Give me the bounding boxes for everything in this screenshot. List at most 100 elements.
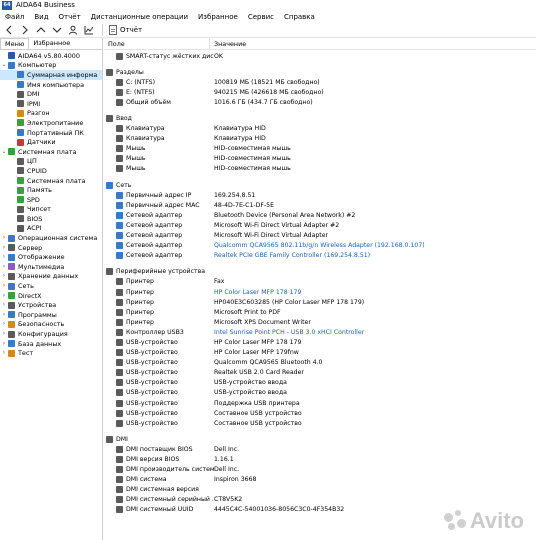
value-cell[interactable]: Realtek PCIe GBE Family Controller (169.… bbox=[214, 252, 536, 259]
table-row[interactable]: Клавиатура Клавиатура HID bbox=[104, 134, 536, 144]
table-row[interactable]: Первичный адрес IP 169.254.8.51 bbox=[104, 190, 536, 200]
table-row[interactable]: E: (NTFS) 940215 МБ (426618 МБ свободно) bbox=[104, 87, 536, 97]
table-row[interactable]: DMI системный серийный ... CT8V5K2 bbox=[104, 495, 536, 505]
table-row[interactable]: Мышь HID-совместимая мышь bbox=[104, 154, 536, 164]
tree-expander-icon[interactable]: ⌄ bbox=[1, 148, 7, 155]
table-row[interactable]: Мышь HID-совместимая мышь bbox=[104, 144, 536, 154]
value-cell[interactable]: Qualcomm QCA9565 802.11b/g/n Wireless Ad… bbox=[214, 242, 536, 249]
tree-expander-icon[interactable]: › bbox=[1, 283, 7, 289]
menu-item[interactable]: Справка bbox=[279, 13, 320, 21]
menu-item[interactable]: Отчёт bbox=[54, 13, 86, 21]
tree-expander-icon[interactable]: › bbox=[1, 263, 7, 270]
tree-item[interactable]: ACPI bbox=[0, 224, 102, 234]
column-field-header[interactable]: Поле bbox=[104, 38, 210, 50]
table-row[interactable]: Сетевой адаптер Microsoft Wi-Fi Direct Vi… bbox=[104, 231, 536, 241]
table-row[interactable]: USB-устройство HP Color Laser MFP 178 179 bbox=[104, 337, 536, 347]
tree-item[interactable]: Портативный ПК bbox=[0, 128, 102, 138]
section-header[interactable]: DMI bbox=[104, 434, 536, 444]
table-row[interactable]: C: (NTFS) 100819 МБ (18521 МБ свободно) bbox=[104, 77, 536, 87]
tree-item[interactable]: › Безопасность bbox=[0, 320, 102, 330]
value-cell[interactable]: Intel Sunrise Point PCH - USB 3.0 xHCI C… bbox=[214, 329, 536, 336]
tree-item[interactable]: › Хранение данных bbox=[0, 272, 102, 282]
table-row[interactable]: USB-устройство Realtek USB 2.0 Card Reade… bbox=[104, 368, 536, 378]
back-button[interactable] bbox=[2, 24, 16, 37]
tree-item[interactable]: Имя компьютера bbox=[0, 80, 102, 90]
table-row[interactable]: Общий объём 1016.6 ГБ (434.7 ГБ свободно) bbox=[104, 97, 536, 107]
table-row[interactable]: USB-устройство USB-устройство ввода bbox=[104, 388, 536, 398]
menu-item[interactable]: Избранное bbox=[193, 13, 243, 21]
menu-item[interactable]: Дистанционные операции bbox=[86, 13, 193, 21]
user-button[interactable] bbox=[66, 24, 80, 37]
column-value-header[interactable]: Значение bbox=[210, 40, 246, 48]
tree-item[interactable]: Память bbox=[0, 185, 102, 195]
value-cell[interactable]: HP Color Laser MFP 178 179 bbox=[214, 289, 536, 296]
tree-item[interactable]: ⌄ Компьютер bbox=[0, 61, 102, 71]
tree-item[interactable]: Чипсет bbox=[0, 205, 102, 215]
table-row[interactable]: USB-устройство Qualcomm QCA9565 Bluetooth… bbox=[104, 358, 536, 368]
tab-menu[interactable]: Меню bbox=[0, 38, 30, 49]
tree-item[interactable]: › Операционная система bbox=[0, 233, 102, 243]
table-row[interactable]: USB-устройство Поддержка USB принтера bbox=[104, 398, 536, 408]
table-row[interactable]: Первичный адрес MAC 48-4D-7E-C1-DF-5E bbox=[104, 200, 536, 210]
tree-expander-icon[interactable]: ⌄ bbox=[1, 62, 7, 68]
tree-item[interactable]: › Сеть bbox=[0, 281, 102, 291]
tree-item[interactable]: IPMI bbox=[0, 99, 102, 109]
table-row[interactable]: DMI производитель системы Dell Inc. bbox=[104, 465, 536, 475]
table-row[interactable]: Сетевой адаптер Microsoft Wi-Fi Direct Vi… bbox=[104, 220, 536, 230]
tree-item[interactable]: › Устройства bbox=[0, 300, 102, 310]
table-row[interactable]: Сетевой адаптер Bluetooth Device (Persona… bbox=[104, 210, 536, 220]
tree-item[interactable]: SPD bbox=[0, 195, 102, 205]
tree-item[interactable]: AIDA64 v5.80.4000 bbox=[0, 51, 102, 61]
table-row[interactable]: USB-устройство USB-устройство ввода bbox=[104, 378, 536, 388]
tree-expander-icon[interactable]: › bbox=[1, 244, 7, 251]
tree-item[interactable]: CPUID bbox=[0, 166, 102, 176]
tree-expander-icon[interactable]: › bbox=[1, 235, 7, 241]
section-header[interactable]: Разделы bbox=[104, 67, 536, 77]
section-header[interactable]: Сеть bbox=[104, 180, 536, 190]
table-row[interactable]: Принтер Fax bbox=[104, 277, 536, 287]
chart-button[interactable] bbox=[82, 24, 96, 37]
table-row[interactable]: Сетевой адаптер Realtek PCIe GBE Family C… bbox=[104, 251, 536, 261]
table-row[interactable]: Принтер HP040E3C603285 (HP Color Laser MF… bbox=[104, 297, 536, 307]
tree-expander-icon[interactable]: › bbox=[1, 331, 7, 337]
tree-expander-icon[interactable]: › bbox=[1, 350, 7, 356]
section-header[interactable]: Периферийные устройства bbox=[104, 267, 536, 277]
tree-item[interactable]: › Отображение bbox=[0, 252, 102, 262]
table-row[interactable]: DMI версия BIOS 1.16.1 bbox=[104, 454, 536, 464]
tree-item[interactable]: Электропитание bbox=[0, 118, 102, 128]
tree-item[interactable]: › База данных bbox=[0, 339, 102, 349]
tree-item[interactable]: ⌄ Системная плата bbox=[0, 147, 102, 157]
tree-item[interactable]: Датчики bbox=[0, 137, 102, 147]
tab-favorites[interactable]: Избранное bbox=[29, 38, 74, 49]
table-row[interactable]: Принтер Microsoft Print to PDF bbox=[104, 307, 536, 317]
menu-item[interactable]: Сервис bbox=[243, 13, 279, 21]
tree-item[interactable]: › DirectX bbox=[0, 291, 102, 301]
tree-expander-icon[interactable]: › bbox=[1, 273, 7, 279]
table-row[interactable]: Клавиатура Клавиатура HID bbox=[104, 124, 536, 134]
tree-item[interactable]: Разгон bbox=[0, 109, 102, 119]
tree-item[interactable]: › Тест bbox=[0, 348, 102, 358]
table-row[interactable]: Контроллер USB3 Intel Sunrise Point PCH -… bbox=[104, 327, 536, 337]
table-row[interactable]: DMI система Inspiron 3668 bbox=[104, 475, 536, 485]
tree-expander-icon[interactable]: › bbox=[1, 292, 7, 299]
table-row[interactable]: USB-устройство Составное USB устройство bbox=[104, 418, 536, 428]
table-row[interactable]: SMART-статус жёстких дис... OK bbox=[104, 51, 536, 61]
tree-item[interactable]: › Конфигурация bbox=[0, 329, 102, 339]
tree-expander-icon[interactable]: › bbox=[1, 302, 7, 308]
section-header[interactable]: Ввод bbox=[104, 113, 536, 123]
table-row[interactable]: Принтер Microsoft XPS Document Writer bbox=[104, 317, 536, 327]
collapse-button[interactable] bbox=[50, 24, 64, 37]
table-row[interactable]: Сетевой адаптер Qualcomm QCA9565 802.11b/… bbox=[104, 241, 536, 251]
menu-item[interactable]: Файл bbox=[0, 13, 29, 21]
tree-item[interactable]: Системная плата bbox=[0, 176, 102, 186]
table-row[interactable]: DMI поставщик BIOS Dell Inc. bbox=[104, 444, 536, 454]
table-row[interactable]: Принтер HP Color Laser MFP 178 179 bbox=[104, 287, 536, 297]
tree-expander-icon[interactable]: › bbox=[1, 321, 7, 327]
tree-expander-icon[interactable]: › bbox=[1, 311, 7, 318]
report-button[interactable]: Отчёт bbox=[109, 25, 142, 35]
table-row[interactable]: USB-устройство Составное USB устройство bbox=[104, 408, 536, 418]
tree-item[interactable]: › Программы bbox=[0, 310, 102, 320]
up-button[interactable] bbox=[34, 24, 48, 37]
table-row[interactable]: DMI системная версия bbox=[104, 485, 536, 495]
table-row[interactable]: USB-устройство HP Color Laser MFP 179fnw bbox=[104, 348, 536, 358]
